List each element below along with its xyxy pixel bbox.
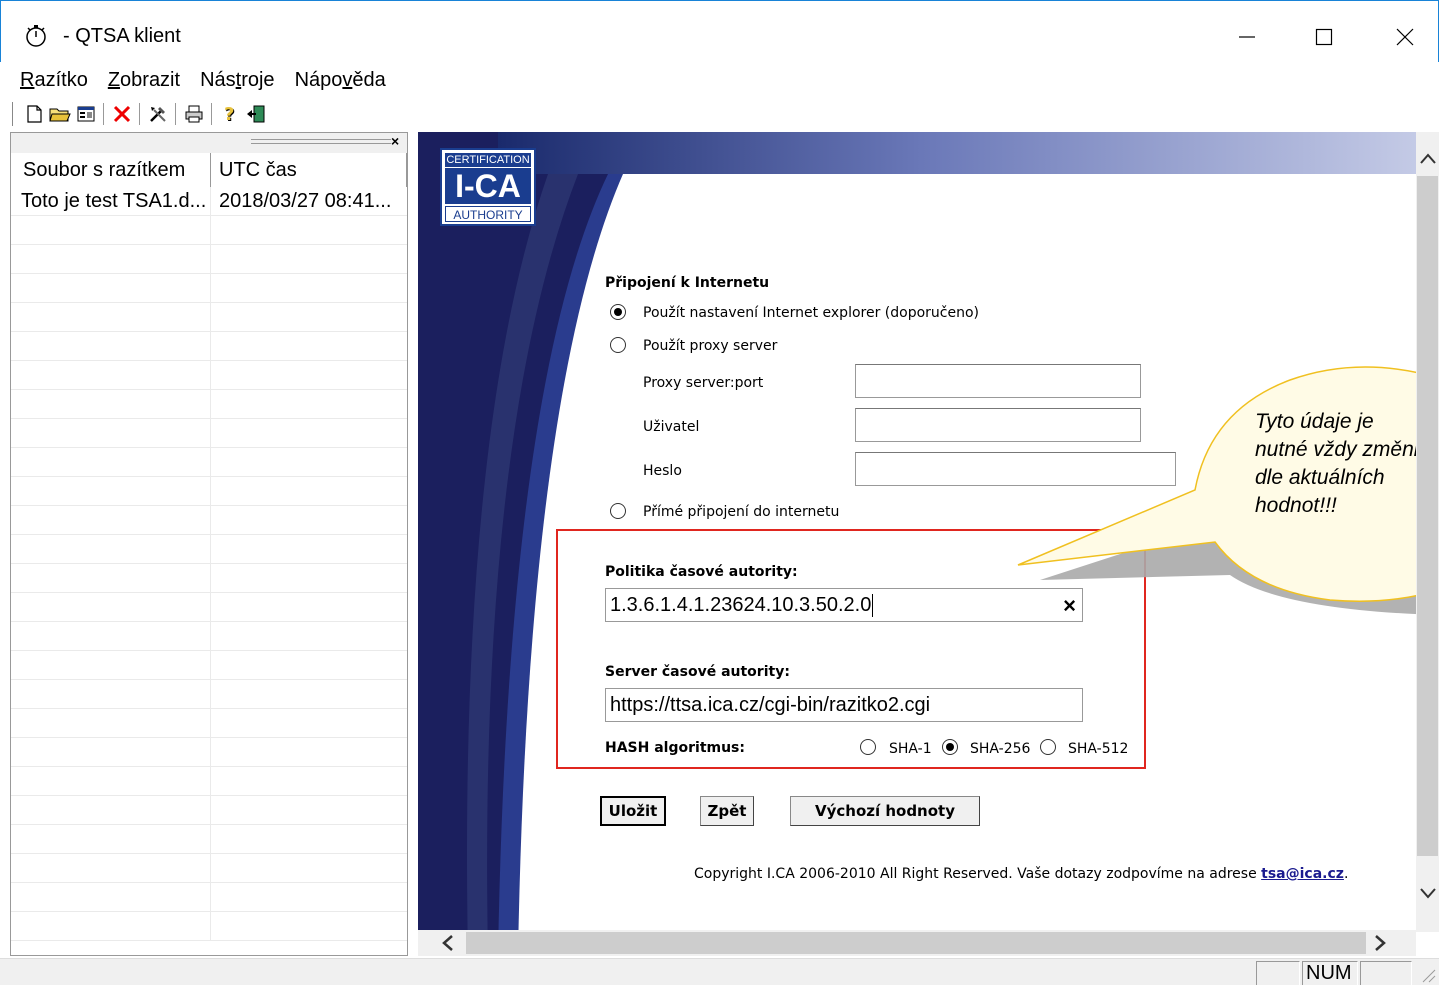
horizontal-scrollbar[interactable] <box>418 930 1416 956</box>
vertical-scrollbar[interactable] <box>1416 132 1439 932</box>
status-bar: NUM <box>0 958 1439 985</box>
callout-line: hodnot!!! <box>1255 494 1337 517</box>
resize-grip-icon[interactable] <box>1420 967 1436 983</box>
horizontal-scroll-thumb[interactable] <box>466 932 1366 954</box>
callout-line: nutné vždy změnit <box>1255 438 1425 461</box>
scroll-left-icon[interactable] <box>440 934 456 952</box>
status-panel-empty <box>1360 961 1412 985</box>
status-panel-empty <box>1256 961 1300 985</box>
scroll-down-icon[interactable] <box>1419 886 1437 900</box>
callout-text: Tyto údaje je nutné vždy změnit dle aktu… <box>1255 408 1424 520</box>
vertical-scroll-thumb[interactable] <box>1417 176 1438 856</box>
callout-line: dle aktuálních <box>1255 466 1385 489</box>
status-num: NUM <box>1302 961 1358 985</box>
scroll-up-icon[interactable] <box>1419 152 1437 166</box>
scroll-right-icon[interactable] <box>1372 934 1388 952</box>
callout-bubble <box>1017 366 1439 615</box>
callout-line: Tyto údaje je <box>1255 410 1374 433</box>
